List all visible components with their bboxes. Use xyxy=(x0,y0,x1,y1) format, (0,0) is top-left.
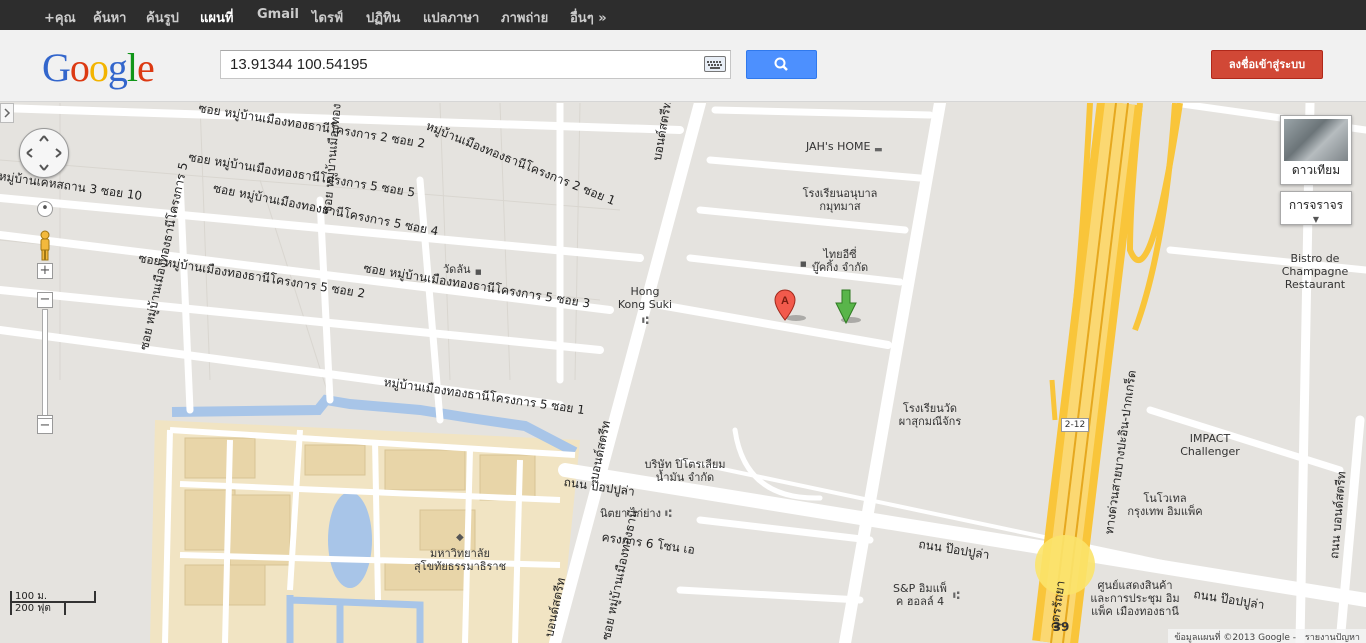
nav-item-drive[interactable]: ไดรฟ์ xyxy=(312,7,343,28)
map-attribution: ข้อมูลแผนที่ ©2013 Google - รายงานปัญหา xyxy=(1168,629,1366,643)
zoom-in-button[interactable]: + xyxy=(37,263,53,279)
traffic-layer-button[interactable]: การจราจร ▼ xyxy=(1280,191,1352,225)
search-button[interactable] xyxy=(746,50,817,79)
nav-item-calendar[interactable]: ปฏิทิน xyxy=(366,7,400,28)
hotel-icon: ▬ xyxy=(874,145,883,155)
scale-metric: 100 ม. xyxy=(10,591,96,603)
top-nav-bar: +คุณ ค้นหา ค้นรูป แผนที่ Gmail ไดรฟ์ ปฏิ… xyxy=(0,0,1366,30)
place-university-line1[interactable]: มหาวิทยาลัย xyxy=(405,548,515,560)
place-hongkong-suki-line1[interactable]: Hong xyxy=(610,286,680,298)
satellite-label: ดาวเทียม xyxy=(1291,163,1341,177)
green-arrow-icon[interactable] xyxy=(835,289,865,329)
search-box xyxy=(220,50,731,79)
place-chicken[interactable]: นิตยา ไก่ย่าง xyxy=(600,508,661,520)
satellite-thumbnail xyxy=(1284,119,1348,161)
place-thai-easy-line1[interactable]: ไทยอีซี่ xyxy=(795,249,885,261)
search-input[interactable] xyxy=(221,51,691,78)
place-thai-easy-line2[interactable]: บู๊คกิ้ง จำกัด xyxy=(795,262,885,274)
restaurant-icon-3: ⑆ xyxy=(953,589,960,602)
my-location-button[interactable]: • xyxy=(37,201,53,217)
place-exhibition-line2[interactable]: และการประชุม อิม xyxy=(1090,593,1180,605)
map-base-layer xyxy=(0,103,1366,643)
place-university-line2[interactable]: สุโขทัยธรรมาธิราช xyxy=(405,561,515,573)
place-school-line2[interactable]: ผาสุกมณีจักร xyxy=(890,416,970,428)
nav-item-gmail[interactable]: Gmail xyxy=(257,7,299,22)
pegman-icon[interactable] xyxy=(38,230,52,262)
google-logo[interactable]: Google xyxy=(42,44,155,91)
place-kindergarten-line1[interactable]: โรงเรียนอนุบาล xyxy=(795,188,885,200)
nav-item-plus-you[interactable]: +คุณ xyxy=(44,7,76,28)
signin-button[interactable]: ลงชื่อเข้าสู่ระบบ xyxy=(1211,50,1323,79)
place-hongkong-suki-line2[interactable]: Kong Suki xyxy=(610,299,680,311)
zoom-out-button[interactable]: − xyxy=(37,418,53,434)
traffic-label: การจราจร xyxy=(1288,198,1344,212)
place-school-line1[interactable]: โรงเรียนวัด xyxy=(890,403,970,415)
scale-bar: 100 ม. 200 ฟุต xyxy=(10,591,96,615)
pan-control[interactable] xyxy=(19,128,69,178)
place-jahs-home[interactable]: JAH's HOME xyxy=(806,141,870,153)
keyboard-icon[interactable] xyxy=(704,56,726,72)
dropdown-arrow-icon: ▼ xyxy=(1312,215,1320,224)
school-cap-icon: ◆ xyxy=(456,532,464,543)
place-petroleum-line1[interactable]: บริษัท ปิโตรเลียม xyxy=(640,459,730,471)
zoom-level-button[interactable]: − xyxy=(37,292,53,308)
search-header: Google ลงชื่อเข้าสู่ระบบ xyxy=(0,30,1366,102)
collapse-panel-button[interactable] xyxy=(0,103,14,123)
place-petroleum-line2[interactable]: น้ำมัน จำกัด xyxy=(640,472,730,484)
nav-item-maps[interactable]: แผนที่ xyxy=(200,7,233,28)
place-snp-line1[interactable]: S&P อิมแพ็ xyxy=(880,583,960,595)
highway-shield-2-12: 2-12 xyxy=(1061,418,1089,432)
nav-item-photos[interactable]: ภาพถ่าย xyxy=(501,7,548,28)
place-impact-line2[interactable]: Challenger xyxy=(1175,446,1245,458)
attribution-text: ข้อมูลแผนที่ ©2013 Google - xyxy=(1174,633,1296,643)
satellite-layer-button[interactable]: ดาวเทียม xyxy=(1280,115,1352,185)
nav-item-translate[interactable]: แปลภาษา xyxy=(423,7,479,28)
poi-dot-icon-2: ■ xyxy=(475,268,482,276)
place-exhibition-line1[interactable]: ศูนย์แสดงสินค้า xyxy=(1090,580,1180,592)
marker-letter: A xyxy=(781,295,789,307)
place-wat-lan[interactable]: วัดลัน xyxy=(443,264,471,276)
nav-item-more[interactable]: อื่นๆ » xyxy=(570,7,607,28)
report-problem-link[interactable]: รายงานปัญหา xyxy=(1305,633,1360,643)
place-exhibition-line3[interactable]: แพ็ค เมืองทองธานี xyxy=(1090,606,1180,618)
magnifier-icon xyxy=(774,57,788,71)
scale-imperial: 200 ฟุต xyxy=(10,603,66,615)
place-kindergarten-line2[interactable]: กมุทมาส xyxy=(795,201,885,213)
place-novotel-line1[interactable]: โนโวเทล xyxy=(1120,493,1210,505)
place-bistro-line2[interactable]: Champagne xyxy=(1270,266,1360,278)
restaurant-icon-2: ⑆ xyxy=(665,507,672,520)
place-impact-line1[interactable]: IMPACT xyxy=(1175,433,1245,445)
place-bistro-line1[interactable]: Bistro de xyxy=(1270,253,1360,265)
place-snp-line2[interactable]: ค ฮอลล์ 4 xyxy=(880,596,960,608)
nav-item-search[interactable]: ค้นหา xyxy=(93,7,126,28)
nav-item-images[interactable]: ค้นรูป xyxy=(146,7,179,28)
poi-dot-icon: ■ xyxy=(800,260,807,268)
place-novotel-line2[interactable]: กรุงเทพ อิมแพ็ค xyxy=(1120,506,1210,518)
red-marker-a[interactable]: A xyxy=(774,288,814,328)
map-canvas[interactable]: 2-12 39 ซอย หมู่บ้านเมืองทองธานีโครงการ … xyxy=(0,103,1366,643)
restaurant-icon: ⑆ xyxy=(642,314,649,327)
place-bistro-line3[interactable]: Restaurant xyxy=(1270,279,1360,291)
zoom-slider-track[interactable] xyxy=(42,309,48,419)
